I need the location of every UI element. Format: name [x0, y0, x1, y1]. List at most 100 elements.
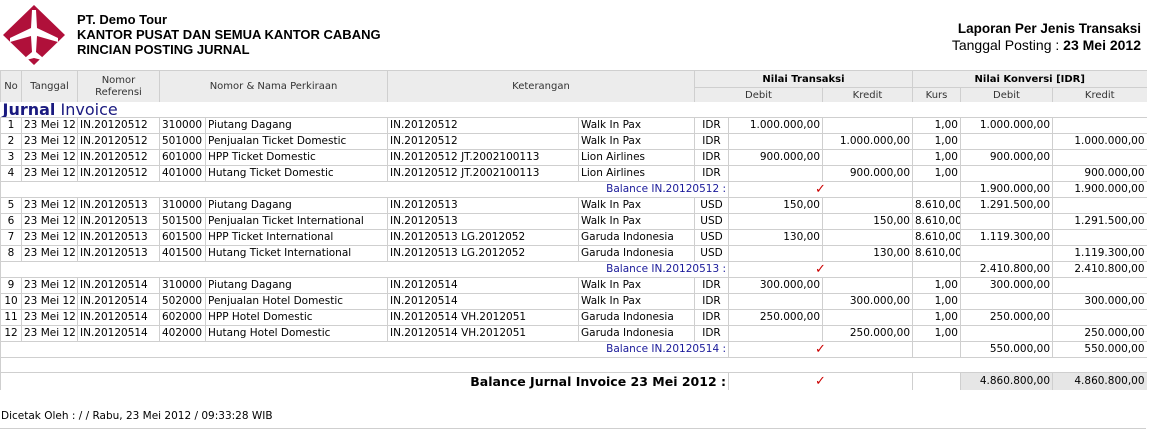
row-debit: 150,00	[728, 197, 823, 214]
row-tanggal: 23 Mei 12	[21, 197, 78, 214]
table-row: 10 23 Mei 12 IN.20120514 502000 Penjualan Ho…	[0, 293, 1147, 310]
row-nama-akun: Hutang Hotel Domestic	[205, 325, 388, 342]
spacer-cell	[0, 357, 1147, 373]
balance-row: Balance IN.20120512 : ✓ 1.900.000,00 1.900.…	[0, 181, 1147, 198]
row-kurs: 1,00	[912, 309, 961, 326]
row-keterangan: IN.20120514	[387, 293, 579, 310]
row-keterangan-2: Garuda Indonesia	[578, 229, 695, 246]
row-konversi-debit	[960, 213, 1053, 230]
row-currency: IDR	[694, 117, 729, 134]
row-konversi-debit: 900.000,00	[960, 149, 1053, 166]
total-label: Balance Jurnal Invoice 23 Mei 2012 :	[0, 372, 729, 390]
row-currency: IDR	[694, 133, 729, 150]
row-konversi-debit: 1.000.000,00	[960, 117, 1053, 134]
row-ref: IN.20120512	[77, 149, 160, 166]
row-tanggal: 23 Mei 12	[21, 325, 78, 342]
row-keterangan-2: Garuda Indonesia	[578, 309, 695, 326]
row-nama-akun: Penjualan Hotel Domestic	[205, 293, 388, 310]
row-ref: IN.20120513	[77, 245, 160, 262]
table-row: 6 23 Mei 12 IN.20120513 501500 Penjualan Tic…	[0, 213, 1147, 230]
table-row: 9 23 Mei 12 IN.20120514 310000 Piutang Dagan…	[0, 277, 1147, 294]
row-nama-akun: HPP Ticket International	[205, 229, 388, 246]
row-currency: IDR	[694, 277, 729, 294]
row-kredit	[822, 149, 913, 166]
row-konversi-kredit	[1051, 309, 1147, 326]
row-no: 12	[0, 325, 22, 342]
row-kurs: 1,00	[912, 293, 961, 310]
journal-table: No Tanggal Nomor Referensi Nomor & Nama …	[0, 70, 1147, 390]
row-tanggal: 23 Mei 12	[21, 133, 78, 150]
posting-date-label: Tanggal Posting :	[951, 37, 1060, 53]
row-nama-akun: Hutang Ticket International	[205, 245, 388, 262]
row-keterangan-2: Walk In Pax	[578, 213, 695, 230]
row-nama-akun: Piutang Dagang	[205, 197, 388, 214]
balance-kredit: 550.000,00	[1051, 341, 1147, 358]
printed-by: Dicetak Oleh : / / Rabu, 23 Mei 2012 / 0…	[1, 410, 273, 422]
row-ref: IN.20120513	[77, 229, 160, 246]
balance-row: Balance IN.20120514 : ✓ 550.000,00 550.000,…	[0, 341, 1147, 358]
balance-kurs-empty	[912, 341, 961, 358]
row-nama-akun: Penjualan Ticket Domestic	[205, 133, 388, 150]
row-keterangan: IN.20120512	[387, 117, 579, 134]
row-keterangan-2: Walk In Pax	[578, 277, 695, 294]
row-kurs: 1,00	[912, 277, 961, 294]
row-konversi-kredit	[1051, 277, 1147, 294]
row-konversi-debit: 1.291.500,00	[960, 197, 1053, 214]
row-nama-akun: Penjualan Ticket International	[205, 213, 388, 230]
row-keterangan-2: Lion Airlines	[578, 149, 695, 166]
total-debit: 4.860.800,00	[960, 372, 1053, 390]
row-no: 1	[0, 117, 22, 134]
balance-label: Balance IN.20120513 :	[0, 261, 729, 278]
row-keterangan: IN.20120513 LG.2012052	[387, 229, 579, 246]
col-nilai-konversi: Nilai Konversi [IDR]	[911, 70, 1147, 88]
row-no: 10	[0, 293, 22, 310]
balance-label: Balance IN.20120514 :	[0, 341, 729, 358]
row-tanggal: 23 Mei 12	[21, 165, 78, 182]
row-tanggal: 23 Mei 12	[21, 277, 78, 294]
row-debit	[728, 213, 823, 230]
row-currency: IDR	[694, 293, 729, 310]
checkmark-icon: ✓	[728, 372, 913, 390]
balance-kurs-empty	[912, 181, 961, 198]
row-kredit: 130,00	[822, 245, 913, 262]
row-akun: 310000	[159, 277, 206, 294]
row-tanggal: 23 Mei 12	[21, 309, 78, 326]
table-row: 12 23 Mei 12 IN.20120514 402000 Hutang Hotel…	[0, 325, 1147, 342]
row-kredit	[822, 277, 913, 294]
balance-debit: 1.900.000,00	[960, 181, 1053, 198]
row-debit	[728, 325, 823, 342]
row-debit	[728, 165, 823, 182]
section-label-bold: Jurnal	[2, 102, 56, 118]
row-tanggal: 23 Mei 12	[21, 149, 78, 166]
row-debit: 300.000,00	[728, 277, 823, 294]
row-akun: 401000	[159, 165, 206, 182]
row-no: 6	[0, 213, 22, 230]
row-konversi-debit	[960, 245, 1053, 262]
row-currency: USD	[694, 245, 729, 262]
row-akun: 501000	[159, 133, 206, 150]
row-konversi-debit: 250.000,00	[960, 309, 1053, 326]
company-block: PT. Demo Tour KANTOR PUSAT DAN SEMUA KAN…	[77, 12, 381, 57]
row-no: 4	[0, 165, 22, 182]
row-ref: IN.20120513	[77, 213, 160, 230]
report-header: PT. Demo Tour KANTOR PUSAT DAN SEMUA KAN…	[0, 0, 1150, 70]
row-konversi-kredit: 300.000,00	[1051, 293, 1147, 310]
row-keterangan: IN.20120512 JT.2002100113	[387, 165, 579, 182]
row-akun: 310000	[159, 117, 206, 134]
col-kurs: Kurs	[912, 87, 961, 102]
row-keterangan: IN.20120512 JT.2002100113	[387, 149, 579, 166]
table-row: 2 23 Mei 12 IN.20120512 501000 Penjualan Tic…	[0, 133, 1147, 150]
row-konversi-debit	[960, 325, 1053, 342]
row-kredit	[822, 117, 913, 134]
row-konversi-debit	[960, 133, 1053, 150]
row-kredit	[822, 309, 913, 326]
row-keterangan: IN.20120513 LG.2012052	[387, 245, 579, 262]
checkmark-icon: ✓	[728, 181, 913, 198]
row-konversi-kredit	[1051, 229, 1147, 246]
row-nama-akun: Piutang Dagang	[205, 277, 388, 294]
report-info: Laporan Per Jenis Transaksi Tanggal Post…	[952, 20, 1141, 54]
table-row: 7 23 Mei 12 IN.20120513 601500 HPP Ticket In…	[0, 229, 1147, 246]
table-row: 5 23 Mei 12 IN.20120513 310000 Piutang Dagan…	[0, 197, 1147, 214]
row-keterangan-2: Lion Airlines	[578, 165, 695, 182]
row-akun: 401500	[159, 245, 206, 262]
